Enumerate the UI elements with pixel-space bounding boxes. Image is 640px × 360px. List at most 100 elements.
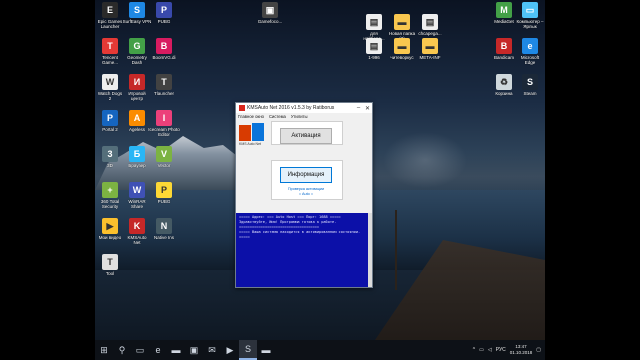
bottom-letterbox-left [0,340,95,360]
desktop-shortcut-label: PUBG [157,19,171,24]
desktop-shortcut-label: Игровой центр [128,91,146,101]
desktop-shortcut-label: Watch Dogs 2 [97,91,123,101]
desktop-shortcut-label: 3D [107,163,113,168]
wallpaper-pier [395,210,397,290]
ageless-icon: A [129,110,145,126]
desktop-shortcut[interactable]: ▣ Gamefoco... [253,2,287,24]
desktop-shortcut[interactable]: I Icecream Photo Editor [147,110,181,137]
office-windows-logo-icon: KMS Auto Net [239,123,265,147]
folder-icon: ▣ [262,2,278,18]
desktop-shortcut-label: Geometry Dash [127,55,147,65]
kmsauto-icon: K [129,218,145,234]
auto-mode-link[interactable]: = Auto = [280,192,332,196]
desktop-shortcut[interactable]: ▬ META-INF [413,38,447,60]
desktop-shortcut-label: Tlauncher [153,91,174,96]
desktop-shortcut[interactable]: P PUBG [147,182,181,204]
activate-button[interactable]: Активация [280,128,332,144]
window-titlebar[interactable]: KMSAuto Net 2016 v1.5.3 by Ratiborus – ✕ [236,103,372,113]
kmsauto-taskbar[interactable]: S [239,340,257,360]
desktop-shortcut-label: Icecream Photo Editor [148,127,180,137]
native-icon: N [156,218,172,234]
document-icon: ▤ [366,38,382,54]
desktop-shortcut-label: WinRAR Share [128,199,146,209]
console-output: ===== Адрес: === Auto Host === Порт: 168… [236,213,372,287]
menu-item-main[interactable]: Главное окно [238,114,264,119]
computer-icon: ▭ [522,2,538,18]
minimize-icon[interactable]: – [354,105,363,111]
kmsauto-title-icon [239,105,245,111]
desktop-shortcut-label: Steam [523,91,537,96]
desktop-shortcut[interactable]: ▤ chcapega... [413,14,447,36]
right-letterbox [545,0,640,340]
desktop-shortcut[interactable]: S Steam [513,74,545,96]
desktop-shortcut-label: Portal 2 [102,127,118,132]
desktop-shortcut-label: MediaGet [494,19,514,24]
desktop-shortcut-label: Native Ins [153,235,174,240]
information-button[interactable]: Информация [280,167,332,183]
desktop-shortcut[interactable]: e Microsoft Edge [513,38,545,65]
game-center-icon: И [129,74,145,90]
pubg-icon: P [156,2,172,18]
security-icon: + [102,182,118,198]
search-button[interactable]: ⚲ [113,340,131,360]
menu-item-utilities[interactable]: Утилиты [291,114,308,119]
vpn-icon: S [129,2,145,18]
left-letterbox [0,0,95,340]
desktop-shortcut-label: 1-996 [368,55,380,60]
watch-dogs-icon: W [102,74,118,90]
console-line: ===== Ваша система находится в активиров… [239,230,361,239]
chevron-up-icon[interactable]: ^ [473,347,475,353]
console-scrollbar[interactable] [368,213,372,287]
desktop-shortcut[interactable]: P PUBG [147,2,181,24]
portal-icon: P [102,110,118,126]
folder-icon: ▬ [394,38,410,54]
document-icon: ▤ [422,14,438,30]
epic-games-icon: E [102,2,118,18]
desktop-shortcut[interactable]: N Native Ins [147,218,181,240]
videos-icon: ▶ [102,218,118,234]
notifications-icon[interactable]: ▢ [536,347,541,353]
desktop-shortcut-label: Microsoft Edge [520,55,540,65]
task-view-button[interactable]: ▭ [131,340,149,360]
desktop-shortcut-label: Epic Games Launcher [97,19,123,29]
desktop-shortcut-label: PUBG [157,199,171,204]
desktop-shortcut-label: Vector [157,163,171,168]
mail-taskbar[interactable]: ✉ [203,340,221,360]
logo-caption: KMS Auto Net [239,142,261,146]
network-icon[interactable]: ▭ [479,347,484,353]
language-indicator[interactable]: РУС [496,347,506,353]
recycle-bin-icon: ♻ [496,74,512,90]
store-taskbar[interactable]: ▣ [185,340,203,360]
start-button[interactable]: ⊞ [95,340,113,360]
clock-date: 01.10.2018 [509,350,533,355]
desktop-shortcut[interactable]: B BoomVG.di [147,38,181,60]
winrar-icon: W [129,182,145,198]
desktop[interactable]: E Epic Games Launcher S SurfEasy VPN P PUBG T T… [95,0,545,340]
kmsauto-window[interactable]: KMSAuto Net 2016 v1.5.3 by Ratiborus – ✕… [235,102,373,288]
explorer-taskbar[interactable]: ▬ [167,340,185,360]
window-title: KMSAuto Net 2016 v1.5.3 by Ratiborus [247,105,335,111]
desktop-shortcut-label: Мои видео [98,235,122,240]
3d-icon: 3 [102,146,118,162]
geometry-dash-icon: G [129,38,145,54]
desktop-shortcut-label: Корзина [495,91,513,96]
desktop-shortcut-label: Bandicam [493,55,514,60]
edge-taskbar[interactable]: e [149,340,167,360]
folder-taskbar[interactable]: ▬ [257,340,275,360]
check-activation-link[interactable]: Проверка активации [280,187,332,191]
desktop-shortcut[interactable]: ▭ Компьютер – Ярлык [513,2,545,29]
clock[interactable]: 13:47 01.10.2018 [510,344,533,356]
volume-icon[interactable]: ◁ [488,347,492,353]
tencent-icon: T [102,38,118,54]
close-icon[interactable]: ✕ [363,105,372,112]
desktop-shortcut[interactable]: T Tlauncher [147,74,181,96]
menu-item-system[interactable]: Система [269,114,286,119]
desktop-shortcut[interactable]: T Tool [95,254,127,276]
icecream-icon: I [156,110,172,126]
desktop-shortcut[interactable]: V Vector [147,146,181,168]
desktop-shortcut-label: Tencent Game... [101,55,118,65]
media-taskbar[interactable]: ▶ [221,340,239,360]
folder-icon: ▬ [394,14,410,30]
window-menu: Главное окно Система Утилиты [236,113,372,120]
desktop-shortcut-label: Браузер [128,163,146,168]
